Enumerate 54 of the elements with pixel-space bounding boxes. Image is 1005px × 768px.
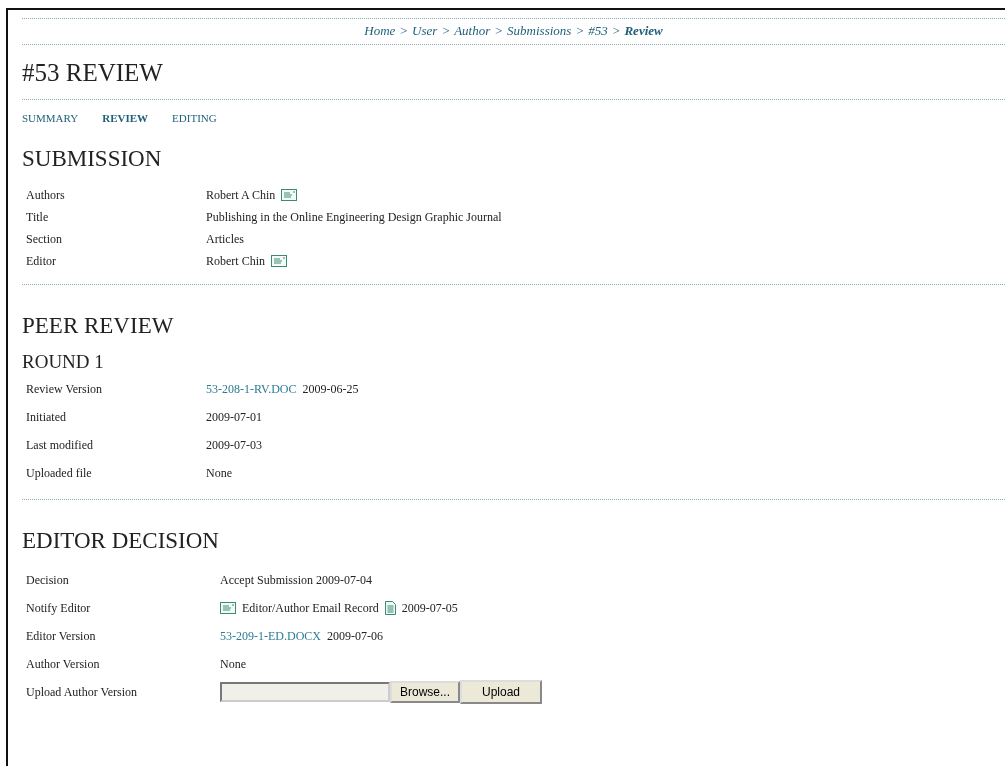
field-label: Notify Editor — [25, 600, 92, 616]
value-text: 2009-07-03 — [206, 437, 262, 453]
tab[interactable]: EDITING — [172, 112, 217, 124]
field-label: Section — [25, 231, 63, 247]
field-label: Decision — [25, 572, 70, 588]
value-text: Publishing in the Online Engineering Design Graphic Journal — [206, 209, 502, 225]
value-text: 2009-07-05 — [401, 600, 458, 616]
breadcrumb-separator: > — [611, 23, 621, 38]
breadcrumb-link[interactable]: Author — [454, 23, 491, 38]
breadcrumb-separator: > — [494, 23, 504, 38]
value-text: None — [220, 656, 246, 672]
field-label: Author Version — [25, 656, 101, 672]
value-text: Robert A Chin — [206, 187, 276, 203]
field-label: Editor — [25, 253, 57, 269]
field-label: Authors — [25, 187, 66, 203]
envelope-icon[interactable] — [281, 189, 298, 201]
page-title: #53 REVIEW — [22, 59, 164, 87]
value-text: 2009-07-01 — [206, 409, 262, 425]
browse-button[interactable]: Browse... — [390, 681, 460, 703]
value-text: Robert Chin — [206, 253, 265, 269]
section-heading: PEER REVIEW — [22, 313, 175, 339]
round-heading: ROUND 1 — [22, 351, 105, 373]
section-heading: SUBMISSION — [22, 146, 163, 172]
field-label: Upload Author Version — [25, 684, 139, 700]
value-text: 2009-06-25 — [302, 381, 359, 397]
value-text: Accept Submission 2009-07-04 — [220, 572, 372, 588]
breadcrumb-link[interactable]: Submissions — [507, 23, 572, 38]
document-icon[interactable] — [384, 601, 396, 615]
field-label: Editor Version — [25, 628, 97, 644]
breadcrumb-separator: > — [575, 23, 585, 38]
tab[interactable]: REVIEW — [102, 112, 149, 124]
value-text: Editor/Author Email Record — [242, 600, 379, 616]
breadcrumb-link[interactable]: #53 — [588, 23, 608, 38]
upload-button[interactable]: Upload — [460, 680, 543, 704]
tab[interactable]: SUMMARY — [22, 112, 79, 124]
file-link[interactable]: 53-209-1-ED.DOCX — [220, 628, 321, 644]
value-text: None — [206, 465, 232, 481]
breadcrumb-link[interactable]: Home — [364, 23, 396, 38]
breadcrumb-link[interactable]: Review — [624, 23, 663, 38]
file-link[interactable]: 53-208-1-RV.DOC — [206, 381, 297, 397]
value-text: Articles — [206, 231, 244, 247]
value-text: 2009-07-06 — [327, 628, 383, 644]
breadcrumb-separator: > — [399, 23, 409, 38]
breadcrumb-link[interactable]: User — [412, 23, 438, 38]
field-label: Uploaded file — [25, 465, 93, 481]
field-label: Last modified — [25, 437, 94, 453]
section-heading: EDITOR DECISION — [22, 528, 220, 554]
file-input-field[interactable] — [220, 682, 390, 702]
field-label: Title — [25, 209, 50, 225]
envelope-icon[interactable] — [220, 602, 236, 614]
field-label: Initiated — [25, 409, 67, 425]
field-label: Review Version — [25, 381, 104, 397]
envelope-icon[interactable] — [271, 255, 287, 267]
breadcrumb-separator: > — [441, 23, 451, 38]
